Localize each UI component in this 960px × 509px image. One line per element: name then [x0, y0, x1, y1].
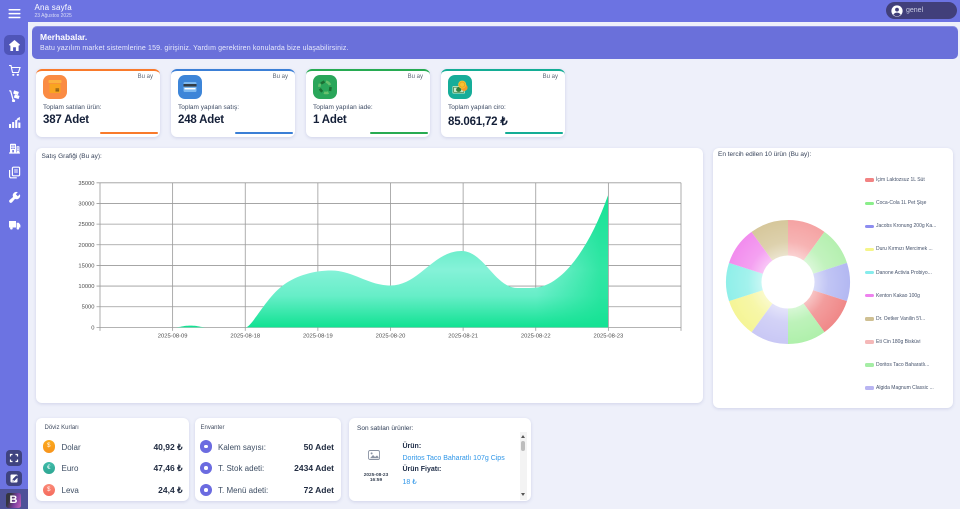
svg-text:2025-08-09: 2025-08-09	[157, 332, 187, 339]
svg-text:20000: 20000	[78, 242, 94, 249]
svg-text:2025-08-21: 2025-08-21	[448, 332, 478, 339]
svg-text:15000: 15000	[78, 262, 94, 269]
svg-text:2025-08-23: 2025-08-23	[593, 332, 623, 339]
svg-text:25000: 25000	[78, 221, 94, 228]
svg-text:2025-08-20: 2025-08-20	[375, 332, 405, 339]
svg-text:2025-08-22: 2025-08-22	[520, 332, 550, 339]
svg-text:10000: 10000	[78, 283, 94, 290]
svg-text:35000: 35000	[78, 180, 94, 187]
svg-text:5000: 5000	[81, 304, 94, 311]
svg-text:2025-08-18: 2025-08-18	[230, 332, 260, 339]
svg-text:30000: 30000	[78, 200, 94, 207]
svg-text:0: 0	[91, 324, 94, 331]
svg-text:2025-08-19: 2025-08-19	[303, 332, 333, 339]
